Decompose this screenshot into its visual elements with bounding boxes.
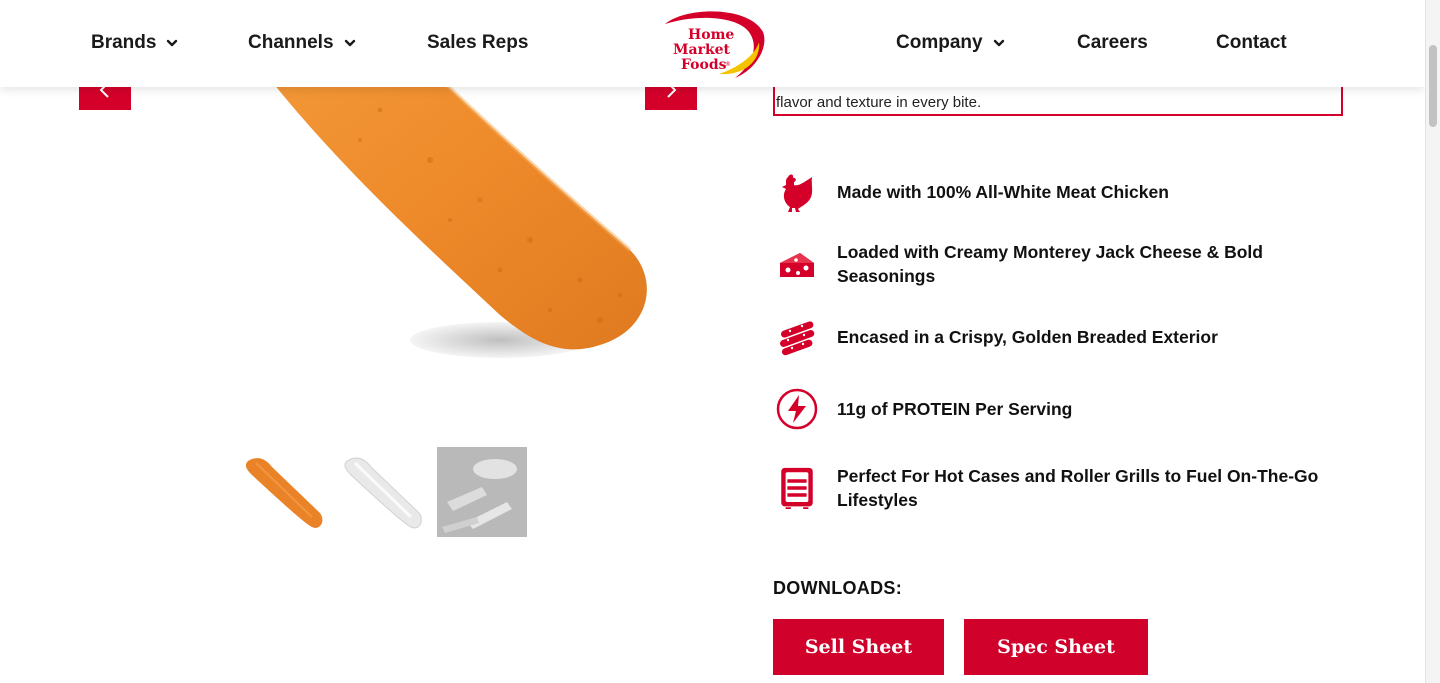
nav-channels-label: Channels — [248, 32, 334, 53]
chevron-down-icon — [993, 39, 1004, 47]
feature-text: 11g of PROTEIN Per Serving — [837, 399, 1073, 419]
feature-text: Encased in a Crispy, Golden Breaded Exte… — [837, 327, 1218, 347]
lightning-bolt-icon — [776, 388, 818, 430]
product-description-text: flavor and texture in every bite. — [776, 94, 982, 111]
sell-sheet-button[interactable]: Sell Sheet — [773, 619, 944, 675]
feature-item: Perfect For Hot Cases and Roller Grills … — [776, 464, 1376, 512]
thumbnail-serving-photo[interactable] — [437, 447, 527, 537]
feature-item: Encased in a Crispy, Golden Breaded Exte… — [776, 316, 1376, 358]
thumbnail-breaded-stick[interactable] — [238, 447, 328, 537]
scrollbar-thumb[interactable] — [1429, 45, 1437, 127]
downloads-heading: DOWNLOADS: — [773, 578, 902, 598]
feature-item: 11g of PROTEIN Per Serving — [776, 388, 1376, 430]
nav-brands[interactable]: Brands — [91, 32, 178, 54]
chevron-down-icon — [344, 39, 355, 47]
nav-careers[interactable]: Careers — [1077, 32, 1148, 54]
feature-item: Loaded with Creamy Monterey Jack Cheese … — [776, 240, 1376, 288]
nav-contact[interactable]: Contact — [1216, 32, 1287, 54]
hot-case-icon — [781, 467, 813, 509]
thumbnail-white-stick[interactable] — [337, 447, 427, 537]
nav-brands-label: Brands — [91, 32, 157, 53]
nav-contact-label: Contact — [1216, 32, 1287, 53]
nav-sales-reps-label: Sales Reps — [427, 32, 529, 53]
nav-company[interactable]: Company — [896, 32, 1005, 54]
spec-sheet-button[interactable]: Spec Sheet — [964, 619, 1148, 675]
logo-line-home: Home — [688, 27, 734, 43]
cheese-icon — [780, 253, 814, 277]
page-scrollbar[interactable] — [1425, 0, 1440, 683]
feature-text: Perfect For Hot Cases and Roller Grills … — [837, 466, 1319, 510]
feature-text: Loaded with Creamy Monterey Jack Cheese … — [837, 242, 1263, 286]
chevron-down-icon — [167, 39, 178, 47]
logo-registered-mark: ® — [725, 61, 731, 68]
chicken-icon — [782, 174, 813, 212]
nav-sales-reps[interactable]: Sales Reps — [427, 32, 528, 54]
nav-company-label: Company — [896, 32, 983, 53]
product-main-image — [240, 40, 647, 358]
logo-line-foods: Foods — [681, 57, 727, 73]
nav-channels[interactable]: Channels — [248, 32, 356, 54]
feature-text: Made with 100% All-White Meat Chicken — [837, 182, 1169, 202]
page: Brands Channels Sales Reps Home Market F… — [0, 0, 1425, 683]
nav-careers-label: Careers — [1077, 32, 1148, 53]
feature-item: Made with 100% All-White Meat Chicken — [776, 171, 1376, 213]
site-header: Brands Channels Sales Reps Home Market F… — [0, 0, 1425, 87]
breaded-sticks-icon — [780, 321, 815, 356]
home-market-foods-logo[interactable]: Home Market Foods ® — [657, 8, 767, 82]
logo-line-market: Market — [673, 42, 731, 58]
